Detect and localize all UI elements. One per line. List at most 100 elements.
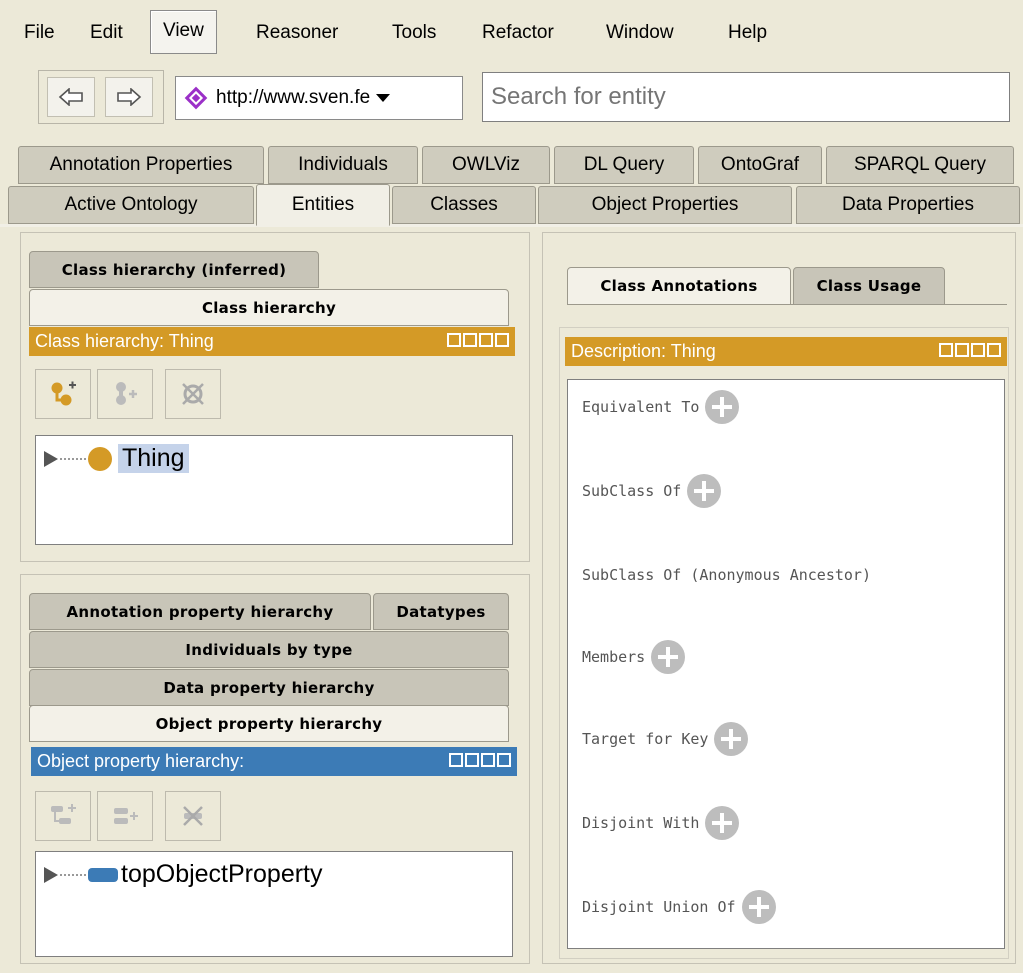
back-button[interactable] — [47, 77, 95, 117]
tab-annotation-properties[interactable]: Annotation Properties — [18, 146, 264, 184]
split-icon[interactable] — [939, 343, 953, 357]
description-title: Description: Thing — [571, 341, 716, 361]
property-label-top-object-property[interactable]: topObjectProperty — [121, 860, 323, 889]
add-sibling-class-button[interactable] — [97, 369, 153, 419]
maximize-icon[interactable] — [479, 333, 493, 347]
class-hierarchy-title: Class hierarchy: Thing — [35, 331, 214, 351]
tab-active-ontology[interactable]: Active Ontology — [8, 186, 254, 224]
add-icon[interactable] — [741, 890, 776, 924]
search-input[interactable] — [482, 72, 1010, 122]
delete-class-icon — [182, 383, 204, 405]
tabs-underline — [567, 304, 1007, 305]
close-icon[interactable] — [495, 333, 509, 347]
property-hierarchy-panel: Annotation property hierarchy Datatypes … — [20, 574, 530, 964]
description-title-bar: Description: Thing — [565, 337, 1007, 366]
section-label: Equivalent To — [582, 398, 700, 416]
delete-property-button[interactable] — [165, 791, 221, 841]
add-sibling-icon — [116, 382, 137, 405]
menu-reasoner[interactable]: Reasoner — [250, 13, 344, 53]
section-equivalent-to: Equivalent To — [582, 390, 740, 424]
expand-arrow-icon[interactable] — [44, 450, 58, 467]
tab-owlviz[interactable]: OWLViz — [422, 146, 550, 184]
add-subclass-button[interactable] — [35, 369, 91, 419]
split-icon[interactable] — [447, 333, 461, 347]
property-hierarchy-title: Object property hierarchy: — [37, 751, 245, 771]
ontology-url: http://www.sven.fe — [216, 87, 371, 108]
section-disjoint-with: Disjoint With — [582, 806, 740, 840]
section-label: SubClass Of (Anonymous Ancestor) — [582, 566, 871, 584]
tree-node-thing[interactable]: Thing — [44, 444, 189, 473]
tab-data-properties[interactable]: Data Properties — [796, 186, 1020, 224]
maximize-icon[interactable] — [971, 343, 985, 357]
menu-view[interactable]: View — [150, 10, 217, 54]
split-icon[interactable] — [449, 753, 463, 767]
add-icon[interactable] — [714, 722, 749, 756]
add-icon[interactable] — [705, 806, 740, 840]
minimize-icon[interactable] — [955, 343, 969, 357]
menu-help[interactable]: Help — [722, 13, 773, 53]
minimize-icon[interactable] — [465, 753, 479, 767]
tab-individuals[interactable]: Individuals — [268, 146, 418, 184]
add-sub-property-button[interactable] — [35, 791, 91, 841]
tab-classes[interactable]: Classes — [392, 186, 536, 224]
section-subclass-of-anonymous-ancestor: SubClass Of (Anonymous Ancestor) — [582, 566, 871, 584]
section-label: Disjoint With — [582, 814, 700, 832]
menu-bar: File Edit View Reasoner Tools Refactor W… — [0, 0, 1023, 64]
class-label-thing[interactable]: Thing — [118, 444, 189, 473]
description-panel: Class Annotations Class Usage Descriptio… — [542, 232, 1016, 964]
delete-class-button[interactable] — [165, 369, 221, 419]
tab-data-property-hierarchy[interactable]: Data property hierarchy — [29, 669, 509, 706]
view-controls — [939, 343, 1001, 357]
add-icon[interactable] — [705, 390, 740, 424]
add-sub-property-icon — [51, 804, 76, 824]
tab-ontograf[interactable]: OntoGraf — [698, 146, 822, 184]
tab-object-property-hierarchy[interactable]: Object property hierarchy — [29, 705, 509, 742]
tree-connector — [60, 873, 86, 876]
menu-window[interactable]: Window — [600, 13, 680, 53]
add-subclass-icon — [51, 381, 76, 406]
section-members: Members — [582, 640, 686, 674]
expand-arrow-icon[interactable] — [44, 866, 58, 883]
view-controls — [449, 753, 511, 767]
tab-datatypes[interactable]: Datatypes — [373, 593, 509, 630]
description-content: Equivalent To SubClass Of SubClass Of (A… — [567, 379, 1005, 949]
tab-class-hierarchy-inferred[interactable]: Class hierarchy (inferred) — [29, 251, 319, 288]
class-hierarchy-title-bar: Class hierarchy: Thing — [29, 327, 515, 356]
tab-annotation-property-hierarchy[interactable]: Annotation property hierarchy — [29, 593, 371, 630]
menu-file[interactable]: File — [18, 13, 61, 53]
close-icon[interactable] — [987, 343, 1001, 357]
section-disjoint-union-of: Disjoint Union Of — [582, 890, 776, 924]
maximize-icon[interactable] — [481, 753, 495, 767]
menu-edit[interactable]: Edit — [84, 13, 129, 53]
add-icon[interactable] — [687, 474, 722, 508]
tab-class-hierarchy[interactable]: Class hierarchy — [29, 289, 509, 326]
tab-class-annotations[interactable]: Class Annotations — [567, 267, 791, 305]
forward-button[interactable] — [105, 77, 153, 117]
tab-individuals-by-type[interactable]: Individuals by type — [29, 631, 509, 668]
menu-tools[interactable]: Tools — [386, 13, 442, 53]
section-label: Target for Key — [582, 730, 709, 748]
object-property-icon — [88, 867, 118, 882]
close-icon[interactable] — [497, 753, 511, 767]
add-sibling-property-button[interactable] — [97, 791, 153, 841]
tab-sparql-query[interactable]: SPARQL Query — [826, 146, 1014, 184]
ontology-selector[interactable]: http://www.sven.fe — [175, 76, 463, 120]
class-tree: Thing — [35, 435, 513, 545]
tab-entities[interactable]: Entities — [256, 184, 390, 226]
menu-refactor[interactable]: Refactor — [476, 13, 560, 53]
tab-object-properties[interactable]: Object Properties — [538, 186, 792, 224]
tree-node-top-object-property[interactable]: topObjectProperty — [44, 860, 323, 889]
minimize-icon[interactable] — [463, 333, 477, 347]
tab-dl-query[interactable]: DL Query — [554, 146, 694, 184]
tree-connector — [60, 457, 86, 460]
add-sibling-property-icon — [114, 808, 138, 824]
property-tree: topObjectProperty — [35, 851, 513, 957]
section-label: SubClass Of — [582, 482, 682, 500]
tab-class-usage[interactable]: Class Usage — [793, 267, 945, 305]
forward-arrow-icon — [117, 88, 142, 106]
ontology-diamond-icon — [184, 86, 208, 110]
add-icon[interactable] — [651, 640, 686, 674]
back-arrow-icon — [58, 88, 83, 106]
delete-property-icon — [183, 806, 203, 826]
section-target-for-key: Target for Key — [582, 722, 749, 756]
